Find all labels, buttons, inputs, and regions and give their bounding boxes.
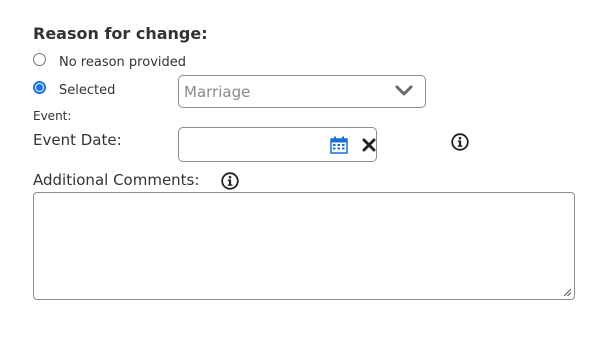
event-label: Event: (33, 109, 72, 123)
radio-selected-label[interactable]: Selected (59, 83, 115, 98)
event-select-value: Marriage (184, 83, 251, 101)
radio-selected[interactable] (33, 81, 46, 94)
chevron-down-icon (395, 85, 413, 96)
comments-textarea[interactable] (33, 192, 575, 300)
radio-no-reason[interactable] (33, 53, 46, 66)
event-date-label: Event Date: (33, 131, 122, 149)
comments-label: Additional Comments: (33, 171, 200, 189)
event-select[interactable]: Marriage (178, 75, 426, 108)
radio-selected-control[interactable] (33, 81, 46, 94)
resize-handle-icon[interactable] (562, 287, 572, 297)
event-date-input[interactable] (178, 127, 377, 162)
radio-no-reason-control[interactable] (33, 53, 46, 66)
clear-icon[interactable] (362, 138, 376, 152)
radio-no-reason-label[interactable]: No reason provided (59, 55, 186, 70)
info-icon[interactable] (451, 133, 469, 151)
section-heading: Reason for change: (33, 24, 208, 43)
calendar-icon[interactable] (330, 136, 348, 154)
info-icon[interactable] (221, 172, 239, 190)
